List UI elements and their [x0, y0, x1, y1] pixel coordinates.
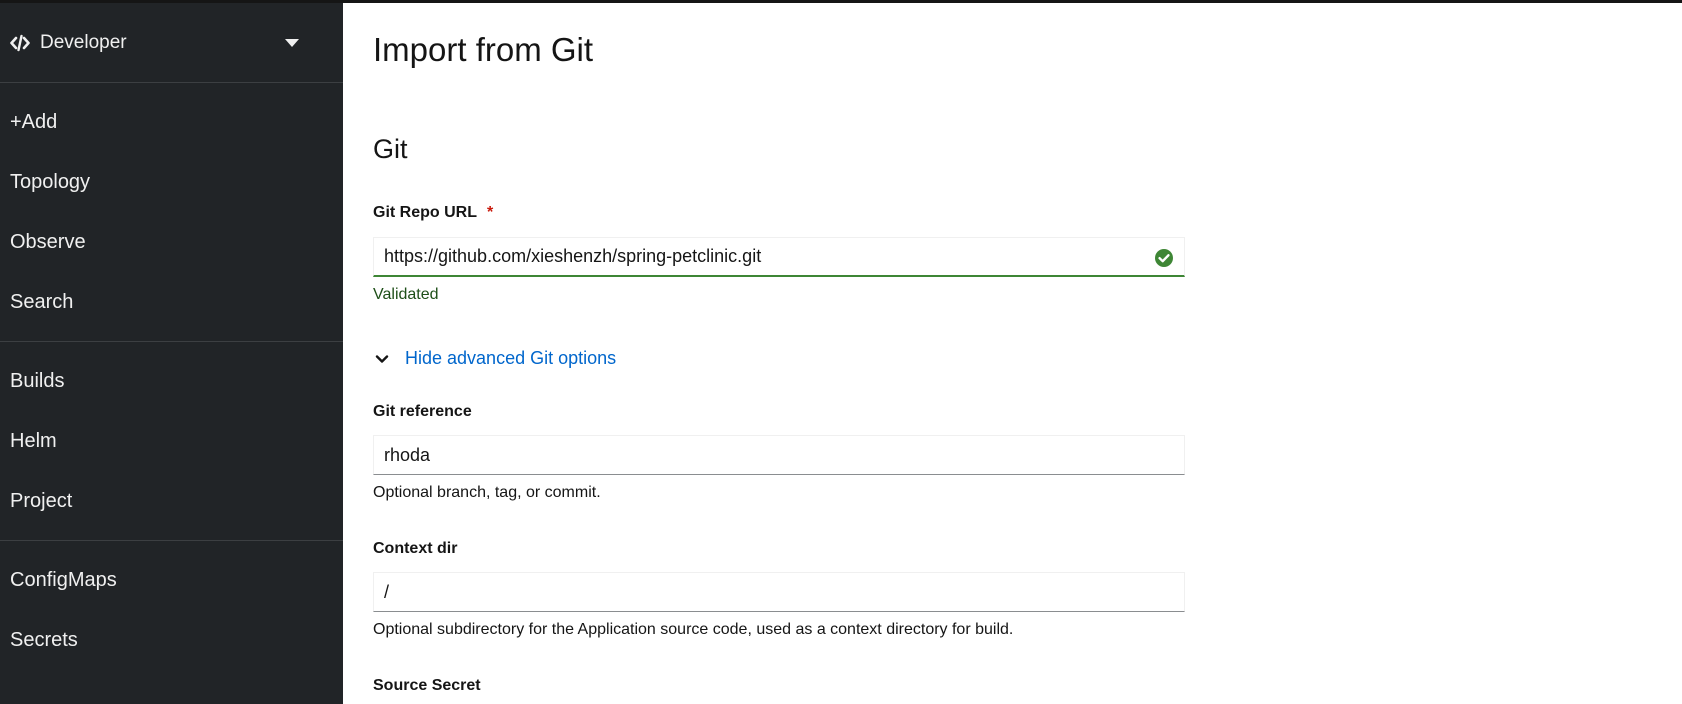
chevron-down-icon: [373, 350, 391, 368]
nav-item-configmaps[interactable]: ConfigMaps: [0, 550, 343, 610]
context-dir-input[interactable]: [373, 572, 1185, 612]
nav-group-main: +Add Topology Observe Search: [0, 83, 343, 342]
git-reference-label: Git reference: [373, 403, 472, 420]
nav-group-config: ConfigMaps Secrets: [0, 541, 343, 679]
nav-item-helm[interactable]: Helm: [0, 411, 343, 471]
nav-item-project[interactable]: Project: [0, 471, 343, 531]
nav-group-resources: Builds Helm Project: [0, 342, 343, 541]
context-dir-helper: Optional subdirectory for the Applicatio…: [373, 621, 1014, 638]
perspective-label: Developer: [40, 31, 127, 53]
main-content: Import from Git Git Git Repo URL * Valida…: [343, 3, 1682, 704]
perspective-switcher[interactable]: Developer: [0, 3, 343, 83]
code-icon: [10, 33, 30, 53]
git-reference-input[interactable]: [373, 435, 1185, 475]
nav-item-observe[interactable]: Observe: [0, 212, 343, 272]
git-repo-url-input[interactable]: [373, 237, 1185, 277]
sidebar-nav: Developer +Add Topology Observe Search B…: [0, 3, 343, 704]
source-secret-label: Source Secret: [373, 677, 481, 694]
nav-item-add[interactable]: +Add: [0, 92, 343, 152]
git-repo-url-label-text: Git Repo URL: [373, 204, 477, 221]
page-title: Import from Git: [373, 31, 594, 68]
section-title: Git: [373, 134, 408, 164]
advanced-git-options-toggle[interactable]: Hide advanced Git options: [373, 348, 616, 369]
nav-item-topology[interactable]: Topology: [0, 152, 343, 212]
advanced-git-options-label: Hide advanced Git options: [405, 348, 617, 368]
git-repo-url-status: Validated: [373, 286, 439, 303]
nav-item-builds[interactable]: Builds: [0, 351, 343, 411]
context-dir-label: Context dir: [373, 540, 458, 557]
nav-item-search[interactable]: Search: [0, 272, 343, 332]
git-reference-helper: Optional branch, tag, or commit.: [373, 484, 601, 501]
nav-item-secrets[interactable]: Secrets: [0, 610, 343, 670]
check-circle-icon: [1154, 248, 1174, 268]
caret-down-icon: [285, 39, 299, 47]
git-repo-url-label: Git Repo URL *: [373, 204, 493, 222]
required-marker: *: [487, 204, 494, 221]
